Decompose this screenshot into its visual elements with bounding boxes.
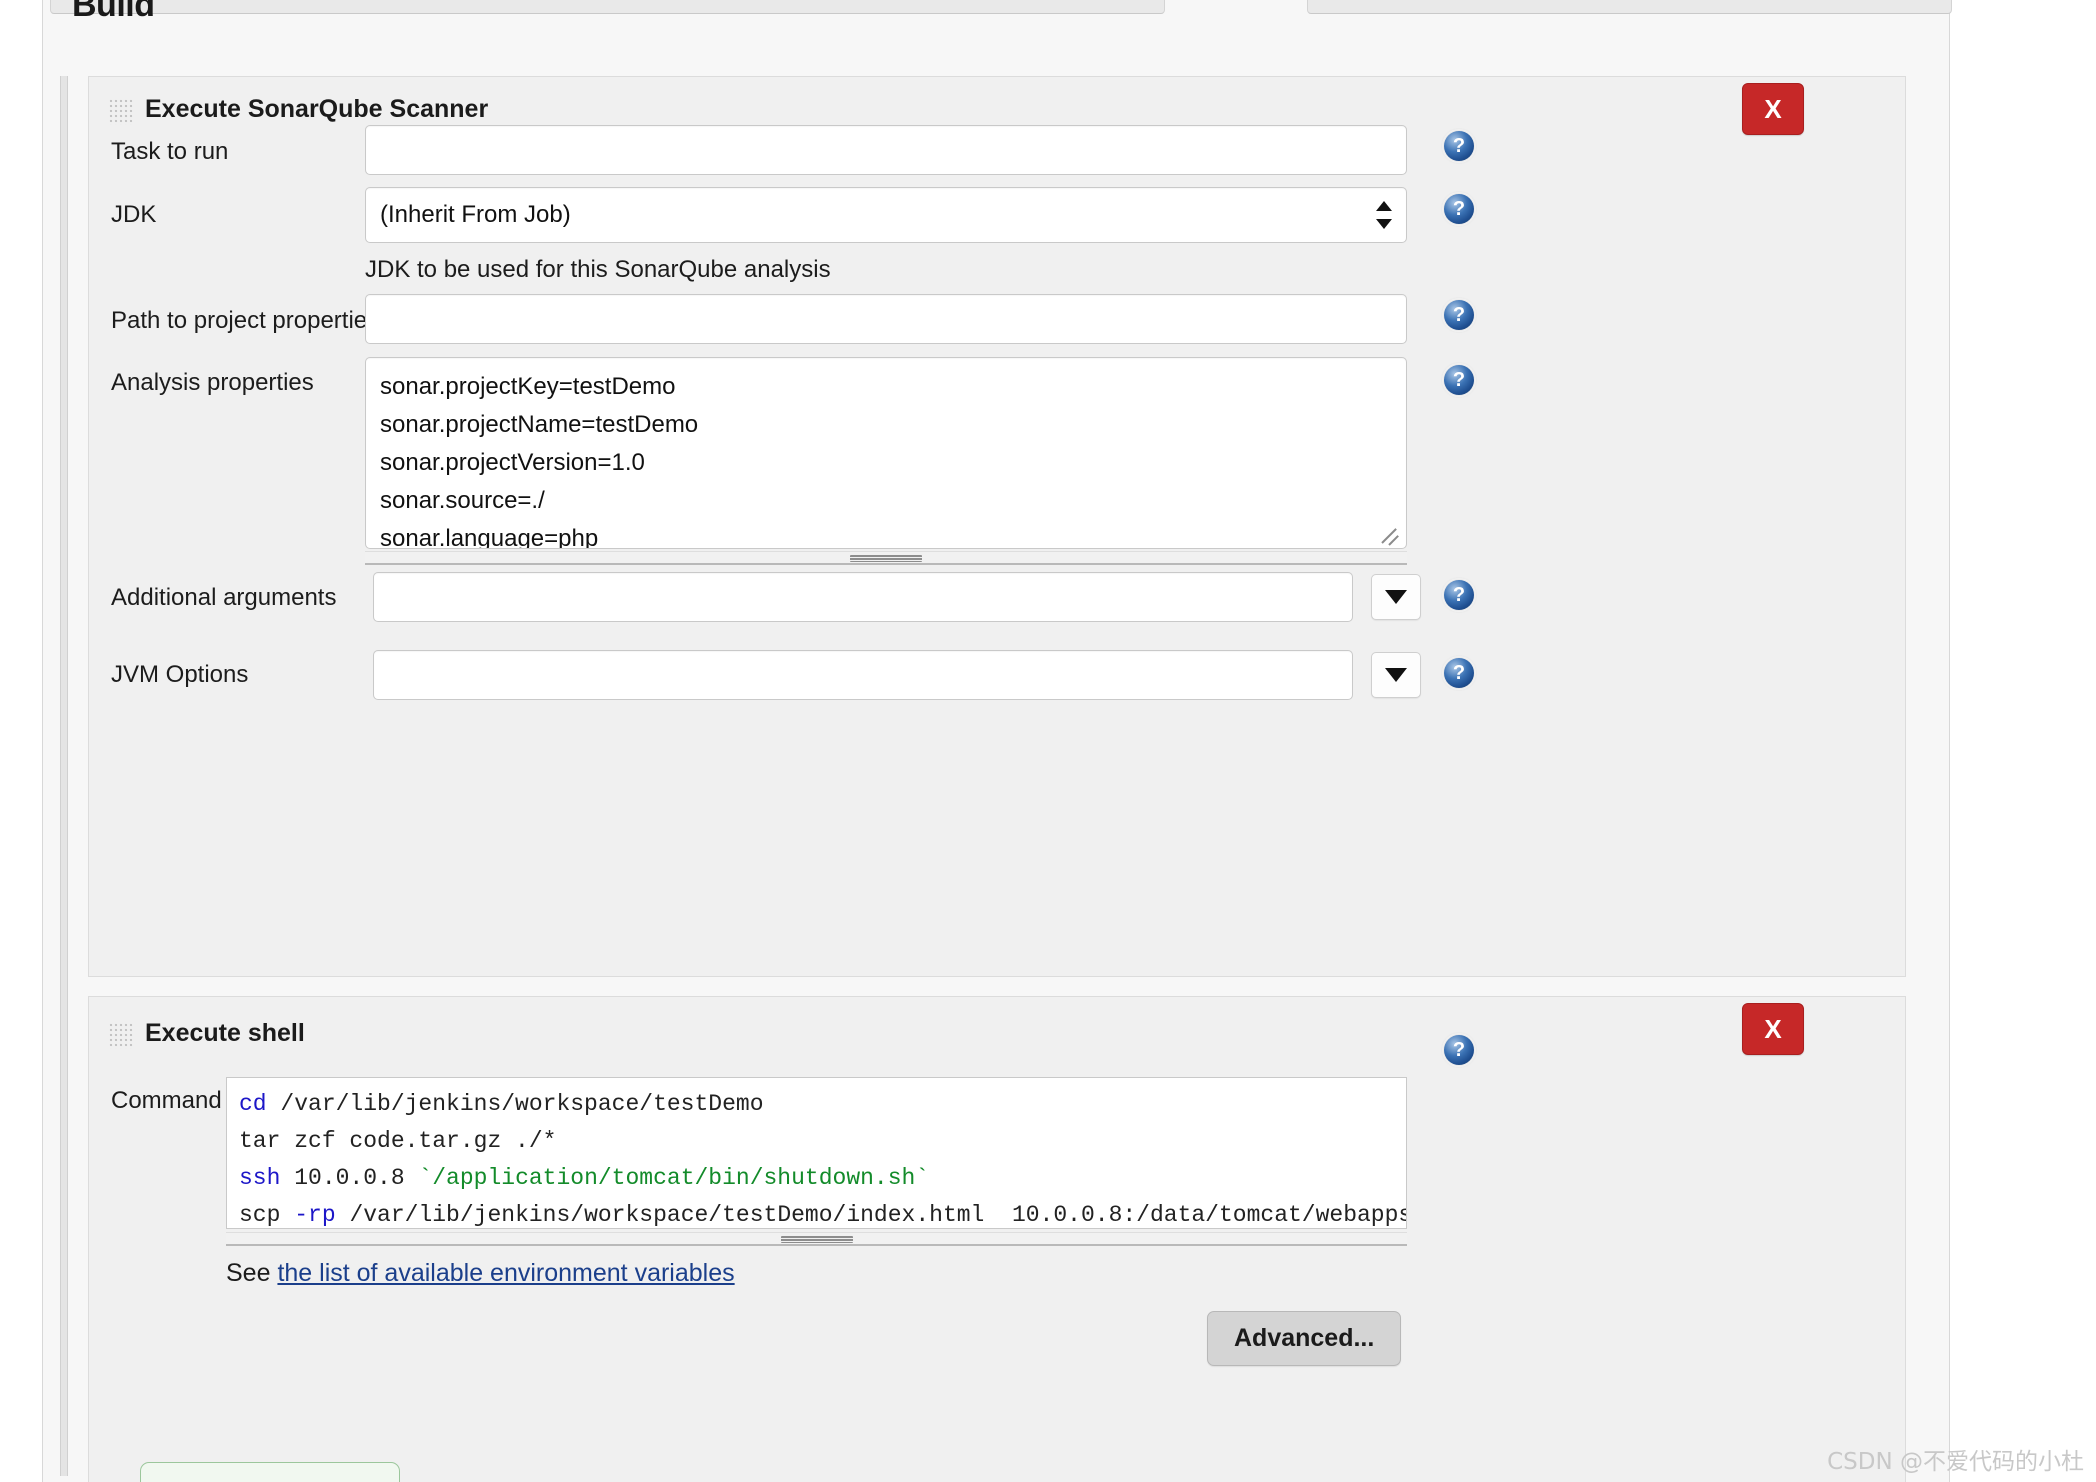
help-question-icon-analysis-properties[interactable] — [1444, 365, 1474, 395]
additional-arguments-input[interactable] — [373, 572, 1353, 622]
label-additional-arguments: Additional arguments — [111, 584, 337, 611]
csdn-watermark: CSDN @不爱代码的小杜 — [1827, 1449, 2084, 1475]
shell-command-drag-bar[interactable] — [226, 1232, 1407, 1246]
help-question-icon-task-to-run[interactable] — [1444, 131, 1474, 161]
label-jdk: JDK — [111, 201, 157, 228]
builder-list-rail — [60, 76, 68, 1476]
help-question-icon-jvm-options[interactable] — [1444, 658, 1474, 688]
builder-title-execute-shell: Execute shell — [145, 1019, 305, 1047]
drag-grip-icon-shell[interactable] — [109, 1023, 133, 1049]
jdk-description: JDK to be used for this SonarQube analys… — [365, 256, 831, 283]
builder-title-sonarqube: Execute SonarQube Scanner — [145, 95, 489, 123]
jdk-select[interactable]: (Inherit From Job) — [365, 187, 1407, 243]
builder-execute-sonarqube-scanner: Execute SonarQube Scanner Task to run JD… — [88, 76, 1906, 977]
help-question-icon-additional-arguments[interactable] — [1444, 580, 1474, 610]
select-spinner-icon — [1376, 199, 1392, 231]
path-to-project-properties-input[interactable] — [365, 294, 1407, 344]
analysis-properties-textarea[interactable]: sonar.projectKey=testDemo sonar.projectN… — [365, 357, 1407, 549]
chevron-down-icon-additional-arguments[interactable] — [1371, 574, 1421, 620]
delete-builder-shell-button[interactable]: X — [1742, 1003, 1804, 1055]
chevron-down-icon-jvm-options[interactable] — [1371, 652, 1421, 698]
builder-execute-shell: Execute shell Command cd /var/lib/jenkin… — [88, 996, 1906, 1482]
label-path-to-project-properties: Path to project properties — [111, 307, 380, 334]
label-analysis-properties: Analysis properties — [111, 369, 314, 396]
analysis-properties-drag-bar[interactable] — [365, 551, 1407, 565]
environment-variables-hint: See the list of available environment va… — [226, 1259, 735, 1288]
page-section-heading: Build — [72, 0, 155, 24]
tab-strip — [42, 0, 1952, 14]
tab-chip-right[interactable] — [1307, 0, 1952, 14]
environment-variables-link[interactable]: the list of available environment variab… — [277, 1259, 734, 1287]
drag-grip-icon[interactable] — [109, 99, 133, 125]
label-jvm-options: JVM Options — [111, 661, 249, 688]
jenkins-build-config-page: Build Execute SonarQube Scanner Task to … — [0, 0, 2096, 1482]
task-to-run-input[interactable] — [365, 125, 1407, 175]
jdk-select-value: (Inherit From Job) — [380, 201, 571, 228]
label-task-to-run: Task to run — [111, 138, 229, 165]
help-question-icon-execute-shell[interactable] — [1444, 1035, 1474, 1065]
help-question-icon-path-properties[interactable] — [1444, 300, 1474, 330]
advanced-button[interactable]: Advanced... — [1207, 1311, 1402, 1366]
help-question-icon-jdk[interactable] — [1444, 194, 1474, 224]
bottom-green-panel — [140, 1462, 400, 1482]
delete-builder-sonarqube-button[interactable]: X — [1742, 83, 1804, 135]
shell-command-textarea[interactable]: cd /var/lib/jenkins/workspace/testDemo t… — [226, 1077, 1407, 1229]
see-prefix-text: See — [226, 1259, 278, 1287]
label-command: Command — [111, 1087, 222, 1114]
tab-chip-left[interactable] — [50, 0, 1165, 14]
jvm-options-input[interactable] — [373, 650, 1353, 700]
